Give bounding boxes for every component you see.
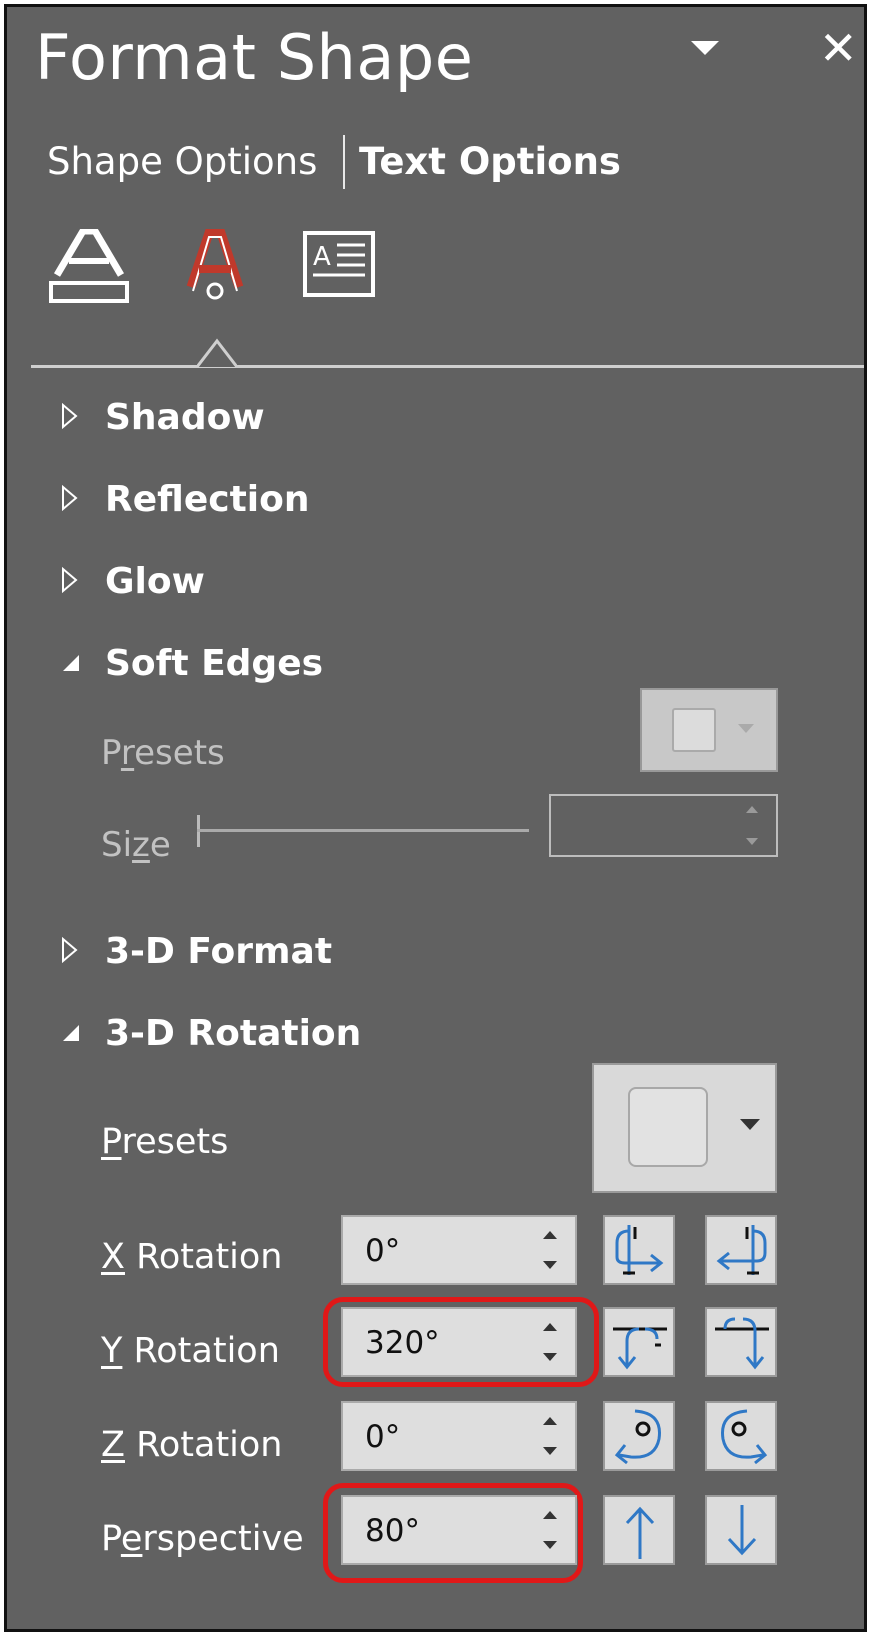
size-slider-track[interactable] — [197, 829, 529, 832]
perspective-label: Perspective — [101, 1519, 304, 1559]
collapse-arrow-icon — [63, 1025, 79, 1041]
chevron-down-icon[interactable] — [691, 41, 719, 55]
increase-perspective-button[interactable] — [603, 1495, 675, 1565]
rotate-right-x-icon — [716, 1225, 767, 1275]
text-fill-outline-icon[interactable] — [47, 229, 131, 305]
rotate-up-y-icon — [613, 1327, 667, 1370]
y-rotation-spinner[interactable]: 320° — [341, 1307, 577, 1377]
preset-swatch — [672, 708, 716, 752]
spin-up-icon[interactable] — [543, 1511, 557, 1519]
spin-up-icon[interactable] — [543, 1231, 557, 1239]
x-rotate-right-button[interactable] — [705, 1215, 777, 1285]
svg-text:A: A — [313, 242, 331, 272]
textbox-icon[interactable]: A — [303, 231, 375, 299]
rotate-left-x-icon — [615, 1225, 664, 1275]
x-rotation-label: X Rotation — [101, 1237, 283, 1277]
spin-down-icon[interactable] — [543, 1353, 557, 1361]
decrease-perspective-button[interactable] — [705, 1495, 777, 1565]
preset-swatch — [628, 1087, 708, 1167]
perspective-spinner[interactable]: 80° — [341, 1495, 577, 1565]
x-rotation-spinner[interactable]: 0° — [341, 1215, 577, 1285]
z-rotate-right-button[interactable] — [705, 1401, 777, 1471]
close-icon[interactable]: ✕ — [819, 25, 858, 71]
tab-underline — [31, 365, 864, 368]
selected-tab-indicator — [195, 337, 239, 373]
soft-edges-size-label: Size — [101, 825, 171, 865]
spin-up-icon[interactable] — [543, 1417, 557, 1425]
rotate-counterclockwise-icon — [614, 1409, 661, 1465]
rotate-down-y-icon — [715, 1317, 769, 1370]
y-rotate-up-button[interactable] — [603, 1307, 675, 1377]
chevron-down-icon — [738, 724, 754, 733]
chevron-down-icon — [740, 1119, 760, 1130]
spin-down-icon[interactable] — [543, 1541, 557, 1549]
expand-arrow-icon — [62, 937, 78, 963]
format-shape-pane: Format Shape ✕ Shape Options Text Option… — [4, 4, 867, 1632]
tab-separator — [343, 135, 345, 189]
text-effects-icon[interactable] — [185, 229, 245, 305]
expand-arrow-icon — [62, 567, 78, 593]
arrow-down-icon — [727, 1505, 757, 1556]
z-rotate-left-button[interactable] — [603, 1401, 675, 1471]
spin-down-icon[interactable] — [543, 1447, 557, 1455]
spin-up-icon[interactable] — [543, 1323, 557, 1331]
rotation-presets-label: Presets — [101, 1122, 229, 1162]
z-rotation-spinner[interactable]: 0° — [341, 1401, 577, 1471]
y-rotation-value[interactable]: 320° — [365, 1325, 440, 1361]
z-rotation-label: Z Rotation — [101, 1425, 283, 1465]
x-rotate-left-button[interactable] — [603, 1215, 675, 1285]
arrow-up-icon — [625, 1506, 655, 1559]
collapse-arrow-icon — [63, 655, 79, 671]
spin-down-icon[interactable] — [746, 838, 758, 845]
rotation-presets-dropdown[interactable] — [592, 1063, 777, 1193]
soft-edges-size-spinner[interactable] — [549, 794, 778, 857]
expand-arrow-icon — [62, 485, 78, 511]
rotate-clockwise-icon — [721, 1409, 768, 1465]
soft-edges-presets-label: Presets — [101, 733, 225, 773]
z-rotation-value[interactable]: 0° — [365, 1419, 400, 1455]
perspective-value[interactable]: 80° — [365, 1513, 420, 1549]
soft-edges-presets-dropdown[interactable] — [640, 688, 778, 772]
tab-text-options[interactable]: Text Options — [359, 140, 621, 183]
y-rotate-down-button[interactable] — [705, 1307, 777, 1377]
tab-shape-options[interactable]: Shape Options — [47, 140, 317, 183]
spin-up-icon[interactable] — [746, 806, 758, 813]
y-rotation-label: Y Rotation — [101, 1331, 280, 1371]
spin-down-icon[interactable] — [543, 1261, 557, 1269]
x-rotation-value[interactable]: 0° — [365, 1233, 400, 1269]
expand-arrow-icon — [62, 403, 78, 429]
pane-title: Format Shape — [35, 21, 474, 94]
